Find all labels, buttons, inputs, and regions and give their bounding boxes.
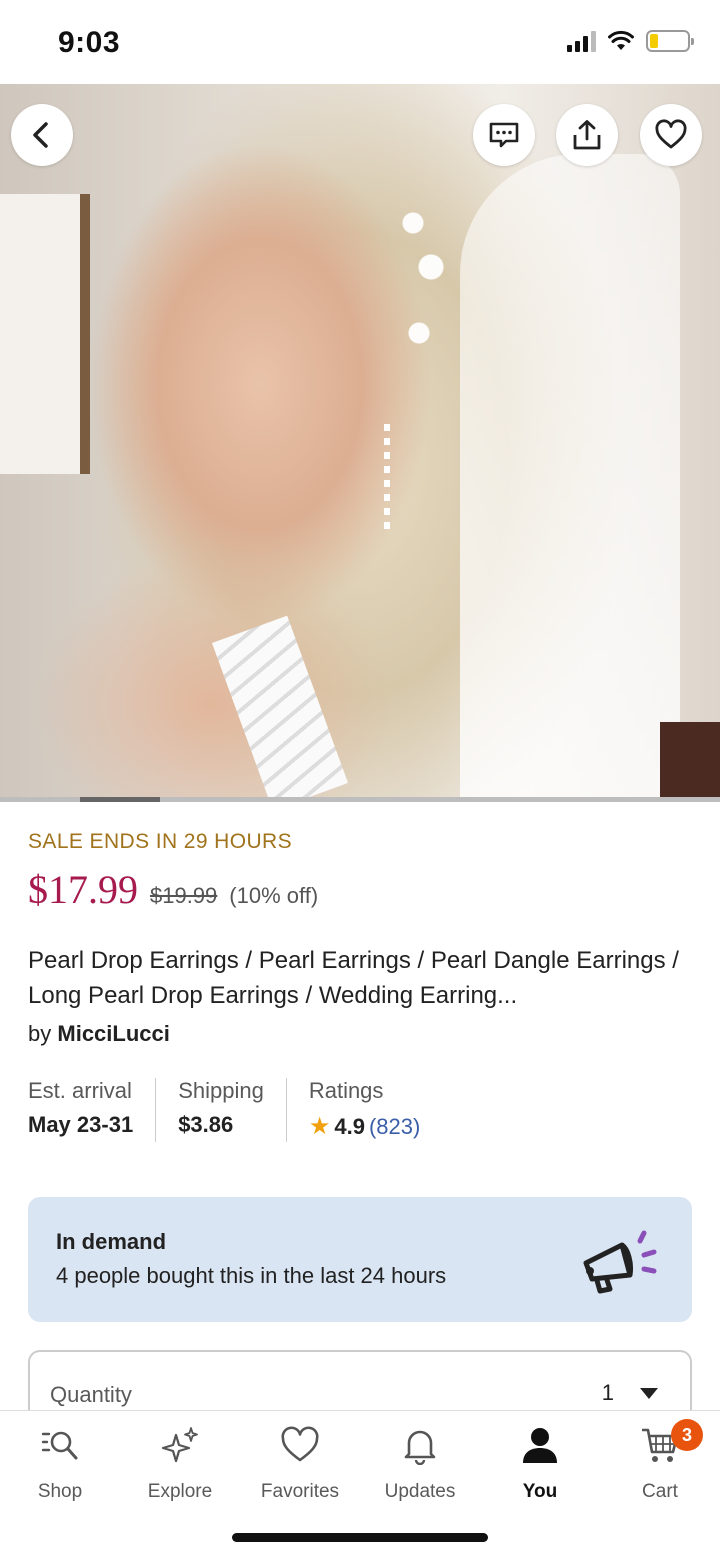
shipping-value: $3.86 [178,1112,234,1137]
nav-you-label: You [522,1481,558,1502]
sale-ends-banner: SALE ENDS IN 29 HOURS [28,830,292,853]
bell-icon [404,1430,436,1465]
heart-icon [655,119,687,149]
est-arrival: Est. arrival May 23-31 [28,1078,157,1142]
nav-shop[interactable]: Shop [0,1425,120,1503]
chevron-left-icon [33,122,48,148]
seller-line: by MicciLucci [28,1021,170,1047]
original-price: $19.99 [150,883,218,908]
shipping: Shipping $3.86 [178,1078,287,1142]
status-icons [567,30,694,52]
home-indicator [232,1533,488,1542]
seller-prefix: by [28,1021,52,1046]
status-bar: 9:03 [0,0,720,84]
discount-label: (10% off) [229,883,319,908]
heart-icon [281,1426,319,1462]
back-button[interactable] [11,104,73,166]
price-row: $17.99 $19.99 (10% off) [28,866,318,913]
nav-cart-label: Cart [642,1481,678,1502]
favorite-button[interactable] [640,104,702,166]
rating-value: 4.9 [334,1113,365,1139]
nav-updates-label: Updates [384,1481,456,1502]
share-icon [573,120,601,150]
cart-count-badge: 3 [671,1419,703,1451]
nav-favorites[interactable]: Favorites [240,1425,360,1503]
share-button[interactable] [556,104,618,166]
star-icon: ★ [308,1113,331,1140]
nav-you[interactable]: You [480,1425,600,1503]
carousel-active-indicator [80,797,160,802]
product-title[interactable]: Pearl Drop Earrings / Pearl Earrings / P… [28,943,692,1013]
wifi-icon [608,30,634,50]
message-icon [489,122,519,148]
in-demand-banner: In demand 4 people bought this in the la… [28,1197,692,1322]
ratings-label: Ratings [308,1078,384,1103]
ratings[interactable]: Ratings ★ 4.9 (823) [309,1078,442,1142]
in-demand-text: 4 people bought this in the last 24 hour… [56,1263,447,1288]
sale-price: $17.99 [28,867,138,912]
megaphone-icon [583,1230,657,1294]
seller-name-link[interactable]: MicciLucci [57,1021,169,1046]
shop-search-icon [41,1431,78,1460]
message-seller-button[interactable] [473,104,535,166]
quantity-label: Quantity [50,1382,132,1407]
cellular-signal-icon [567,30,596,52]
est-arrival-label: Est. arrival [28,1078,132,1103]
in-demand-title: In demand [56,1229,167,1254]
product-stats: Est. arrival May 23-31 Shipping $3.86 Ra… [28,1078,464,1142]
est-arrival-value: May 23-31 [28,1112,134,1137]
product-image[interactable] [0,84,720,802]
person-icon [523,1428,557,1463]
quantity-value: 1 [601,1380,614,1405]
nav-favorites-label: Favorites [260,1481,340,1502]
battery-icon [646,30,694,52]
nav-explore-label: Explore [147,1481,213,1502]
ratings-value-row[interactable]: ★ 4.9 (823) [309,1112,420,1141]
sparkle-icon [161,1427,198,1463]
image-carousel-indicator [0,797,720,802]
caret-down-icon [640,1388,658,1399]
nav-cart[interactable]: 3 Cart [600,1419,720,1503]
shipping-label: Shipping [178,1078,264,1103]
status-time: 9:03 [58,26,121,59]
nav-explore[interactable]: Explore [120,1425,240,1503]
nav-updates[interactable]: Updates [360,1425,480,1503]
rating-count-link[interactable]: (823) [369,1114,420,1140]
nav-shop-label: Shop [37,1481,83,1502]
